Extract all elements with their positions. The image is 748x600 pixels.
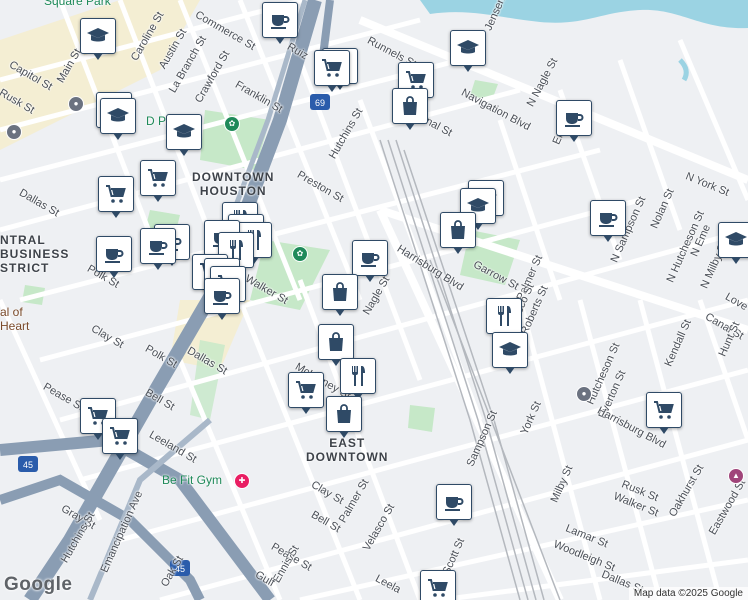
school-marker[interactable] [492,332,528,374]
fork-knife-icon [352,366,365,386]
coffee-shop-marker[interactable] [590,200,626,242]
svg-text:45: 45 [23,460,33,470]
svg-text:69: 69 [315,98,325,108]
shopping-marker[interactable] [392,88,428,130]
coffee-cup-icon [213,291,232,305]
shopping-marker[interactable] [318,324,354,366]
shopping-cart-icon [654,401,674,419]
interstate-69-shield: 69 [310,94,330,110]
school-marker[interactable] [718,222,748,264]
shopping-marker[interactable] [440,212,476,254]
coffee-cup-icon [445,497,464,511]
small-park-2 [408,405,435,432]
gym-icon[interactable]: ✚ [234,473,250,489]
grocery-marker[interactable] [646,392,682,434]
school-marker[interactable] [166,114,202,156]
coffee-shop-marker[interactable] [262,2,298,44]
coffee-cup-icon [565,113,584,127]
google-logo: Google [4,574,73,595]
park-icon[interactable]: ✿ [224,116,240,132]
map-attribution: Map data ©2025 Google [628,587,748,600]
coffee-shop-marker[interactable] [436,484,472,526]
coffee-cup-icon [271,15,290,29]
graduation-cap-icon [725,232,747,246]
shopping-cart-icon [428,579,448,597]
shopping-marker[interactable] [322,274,358,316]
shopping-cart-icon [106,185,126,203]
restaurant-marker[interactable] [340,358,376,400]
buffalo-bayou-water [420,0,748,29]
poi-label-be-fit-gym[interactable]: Be Fit Gym [162,473,222,487]
shopping-bag-icon [451,220,465,239]
grocery-marker[interactable] [314,50,350,92]
metro-station-icon[interactable]: ● [6,124,22,140]
coffee-shop-marker[interactable] [352,240,388,282]
grocery-marker[interactable] [140,160,176,202]
coffee-cup-icon [599,213,618,227]
school-marker[interactable] [100,98,136,140]
grocery-marker[interactable] [420,570,456,600]
district-label-east-downtown: EAST DOWNTOWN [306,436,389,464]
grocery-marker[interactable] [288,372,324,414]
canal-water [678,58,689,82]
graduation-cap-icon [457,40,479,54]
map-canvas[interactable]: 69 45 45 DOWNTOWN HOUSTON EAST DOWNTOWN NT… [0,0,748,600]
grocery-marker[interactable] [98,176,134,218]
poi-label-sacred-heart[interactable]: al of Heart [0,305,29,333]
shopping-cart-icon [148,169,168,187]
coffee-shop-marker[interactable] [556,100,592,142]
shopping-bag-icon [337,404,351,423]
shopping-cart-icon [296,381,316,399]
shopping-bag-icon [403,96,417,115]
school-marker[interactable] [80,18,116,60]
coffee-shop-marker[interactable] [204,278,240,320]
coffee-cup-icon [361,253,380,267]
coffee-cup-icon [149,241,168,255]
district-label-central-business: NTRAL BUSINESS STRICT [0,233,70,275]
grocery-marker[interactable] [102,418,138,460]
metro-station-icon[interactable]: ● [576,386,592,402]
interstate-45-shield-1: 45 [18,456,38,472]
school-marker[interactable] [450,30,486,72]
restaurant-marker[interactable] [486,298,522,340]
fork-knife-icon [498,306,511,326]
shopping-cart-icon [110,427,130,445]
park-icon[interactable]: ✿ [292,246,308,262]
poi-label-square-park[interactable]: Square Park [44,0,111,8]
coffee-shop-marker[interactable] [140,228,176,270]
graduation-cap-icon [499,342,521,356]
shopping-marker[interactable] [326,396,362,438]
coffee-shop-marker[interactable] [96,236,132,278]
graduation-cap-icon [107,108,129,122]
museum-icon[interactable]: ▲ [728,468,744,484]
district-label-downtown: DOWNTOWN HOUSTON [192,170,275,198]
coffee-cup-icon [105,249,124,263]
shopping-cart-icon [322,59,342,77]
shopping-bag-icon [333,282,347,301]
graduation-cap-icon [87,28,109,42]
shopping-bag-icon [329,332,343,351]
graduation-cap-icon [173,124,195,138]
metro-station-icon[interactable]: ● [68,96,84,112]
